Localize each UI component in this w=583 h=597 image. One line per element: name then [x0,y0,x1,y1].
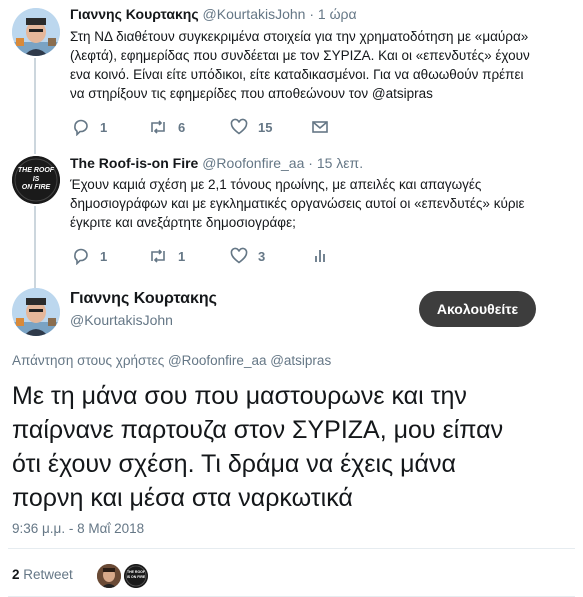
tweet2-author-handle[interactable]: @Roofonfire_aa [202,155,304,171]
tweet2-reply-button[interactable]: 1 [72,247,107,265]
tweet2-body: Έχουν καμιά σχέση με 2,1 τόνους ηρωίνης,… [70,175,575,232]
tweet1-retweet-button[interactable]: 6 [148,118,185,136]
avatar-roofonfire-logo: THE ROOF IS ON FIRE [12,167,60,193]
thread-line-1 [34,58,36,154]
main-line: παίρνανε παρτουζα στον ΣΥΡΙΖΑ, μου είπαν [12,416,504,444]
thread-line-2 [34,206,36,288]
main-timestamp[interactable]: 9:36 μ.μ. - 8 Μαΐ 2018 [12,521,144,536]
reply-icon [74,248,88,265]
tweet1-reply-count: 1 [100,119,108,135]
avatar-kourtakis-main[interactable] [12,288,60,336]
tweet2-line: έγκριτε και ανεξάρτητε δημοσιογράφε; [70,215,296,230]
heart-icon [230,247,248,264]
main-line: Με τη μάνα σου που μαστουρωνε και την [12,382,467,410]
avatar-kourtakis-image [12,8,60,56]
retweeter-avatar-2[interactable]: THE ROOF IS ON FIRE [124,564,148,588]
retweet-label: Retweet [23,567,73,582]
tweet2-like-button[interactable]: 3 [230,247,265,265]
stats-divider-top [8,548,575,549]
tweet2-analytics-button[interactable] [311,247,329,265]
retweeter-avatar-1[interactable] [97,564,121,588]
retweet-icon [151,120,165,134]
tweet1-line: ενα κοινό. Είναι είτε υπόδικοι, είτε κατ… [70,67,524,82]
tweet1-like-count: 15 [258,119,273,135]
avatar-roofonfire[interactable]: THE ROOF IS ON FIRE [12,156,60,204]
tweet2-reply-count: 1 [100,248,108,264]
tweet2-line: δημοσιογράφων και με εγκληματικές οργανώ… [70,196,525,211]
logo-line: THE ROOF [17,167,55,174]
analytics-icon [315,250,325,262]
main-line: πορνη και μέσα στα ναρκωτικά [12,484,353,512]
avatar-kourtakis[interactable] [12,8,60,56]
tweet1-line: (λεφτά), εφημερίδας που συνδέεται με τον… [70,48,530,63]
tweet1-header: Γιαννης Κουρτακης @KourtakisJohn · 1 ώρα [70,6,357,22]
logo-line: IS [32,175,40,183]
tweet2-author-name[interactable]: The Roof-is-on Fire [70,155,198,171]
tweet1-line: να στηρίξουν τις εφημερίδες που αποθεώνο… [70,86,433,101]
tweet1-reply-button[interactable]: 1 [72,118,107,136]
tweet1-line: Στη ΝΔ διαθέτουν συγκεκριμένα στοιχεία γ… [70,29,529,44]
main-tweet-body: Με τη μάνα σου που μαστουρωνε και την πα… [12,379,577,515]
retweet-icon [151,249,165,263]
retweet-count: 2 [12,567,20,582]
tweet1-time[interactable]: · 1 ώρα [309,6,356,22]
tweet2-retweet-count: 1 [178,248,186,264]
tweet1-author-name[interactable]: Γιαννης Κουρτακης [70,6,199,22]
logo-line: ON FIRE [21,184,51,191]
tweet1-body: Στη ΝΔ διαθέτουν συγκεκριμένα στοιχεία γ… [70,27,575,103]
envelope-icon [312,121,328,133]
tweet2-line: Έχουν καμιά σχέση με 2,1 τόνους ηρωίνης,… [70,177,482,192]
main-line: ότι έχουν σχέση. Τι δράμα να έχεις μάνα [12,450,456,478]
tweet2-retweet-button[interactable]: 1 [148,247,185,265]
retweet-stats[interactable]: 2 Retweet [12,567,73,582]
avatar-kourtakis-main-image [12,288,60,336]
tweet2-header: The Roof-is-on Fire @Roofonfire_aa · 15 … [70,155,363,171]
reply-to-line[interactable]: Απάντηση στους χρήστες @Roofonfire_aa @a… [12,353,331,368]
heart-icon [230,118,248,135]
tweet1-dm-button[interactable] [311,118,329,136]
tweet1-like-button[interactable]: 15 [230,118,272,136]
tweet2-time[interactable]: · 15 λεπ. [308,155,363,171]
main-author-name[interactable]: Γιαννης Κουρτακης [70,290,217,308]
retweeter-avatar-2-logo: THE ROOF IS ON FIRE [126,570,146,579]
following-button[interactable]: Ακολουθείτε [419,291,536,327]
retweeter-avatar-1-image [97,564,121,588]
tweet1-author-handle[interactable]: @KourtakisJohn [203,6,306,22]
tweet1-retweet-count: 6 [178,119,186,135]
reply-icon [74,119,88,136]
tweet2-like-count: 3 [258,248,266,264]
main-author-handle[interactable]: @KourtakisJohn [70,312,173,328]
